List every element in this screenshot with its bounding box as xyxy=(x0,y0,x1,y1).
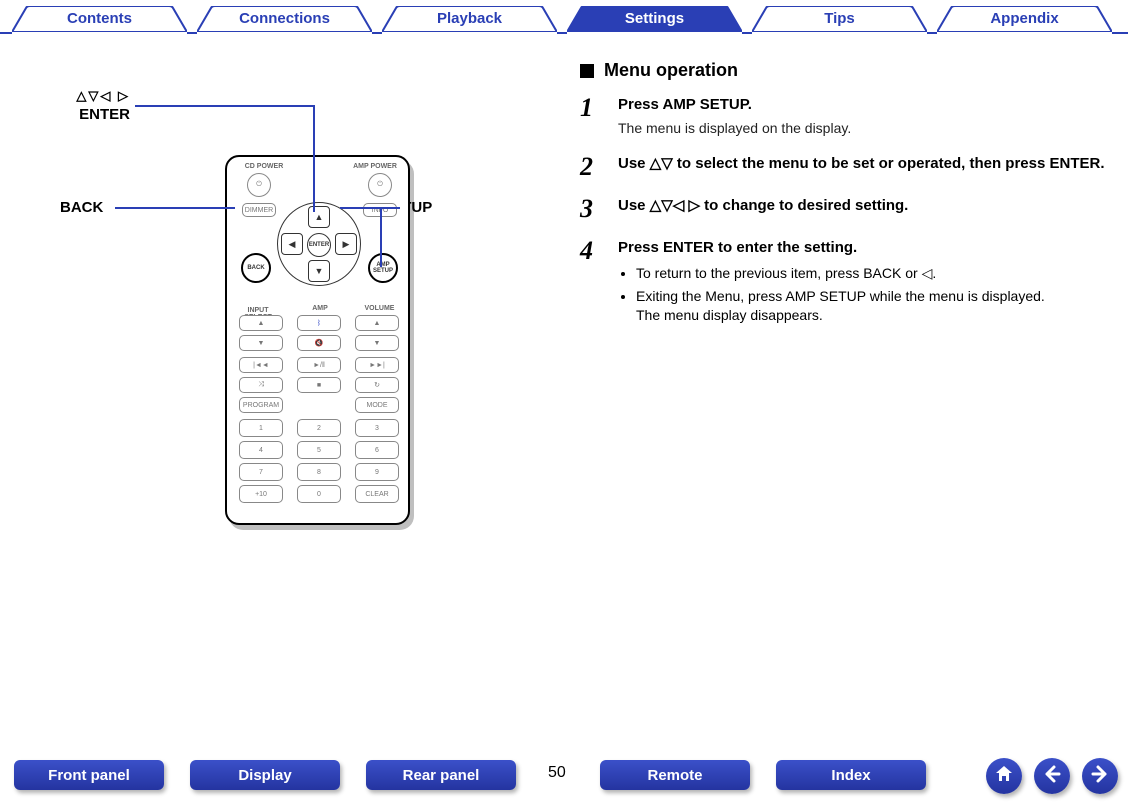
tab-settings[interactable]: Settings xyxy=(567,6,742,32)
step-3: 3 Use △▽◁ ▷ to change to desired setting… xyxy=(580,196,1110,222)
tab-label: Tips xyxy=(824,10,855,27)
prev-page-button[interactable] xyxy=(1034,758,1070,794)
tab-playback[interactable]: Playback xyxy=(382,6,557,32)
tab-appendix[interactable]: Appendix xyxy=(937,6,1112,32)
page-number: 50 xyxy=(548,764,566,782)
arrow-left-icon xyxy=(1042,764,1062,789)
remote-control-illustration: CD POWER AMP POWER ⏻ ⏻ DIMMER INFO ▲ ▼ ◀… xyxy=(225,155,410,525)
tab-label: Contents xyxy=(67,10,132,27)
callout-enter: △▽◁ ▷ ENTER xyxy=(30,87,130,125)
link-remote[interactable]: Remote xyxy=(600,760,750,790)
step-4: 4 Press ENTER to enter the setting. To r… xyxy=(580,238,1110,329)
top-tab-nav: Contents Connections Playback Settings T… xyxy=(0,6,1128,36)
step-4-bullet-1: To return to the previous item, press BA… xyxy=(636,264,1045,283)
link-display[interactable]: Display xyxy=(190,760,340,790)
link-rear-panel[interactable]: Rear panel xyxy=(366,760,516,790)
link-front-panel[interactable]: Front panel xyxy=(14,760,164,790)
link-index[interactable]: Index xyxy=(776,760,926,790)
remote-back-button: BACK xyxy=(241,253,271,283)
step-2: 2 Use △▽ to select the menu to be set or… xyxy=(580,154,1110,180)
step-4-bullet-2: Exiting the Menu, press AMP SETUP while … xyxy=(636,287,1045,325)
section-heading: Menu operation xyxy=(580,60,1110,81)
instruction-column: Menu operation 1 Press AMP SETUP. The me… xyxy=(580,60,1110,345)
arrow-right-icon xyxy=(1090,764,1110,789)
tab-contents[interactable]: Contents xyxy=(12,6,187,32)
tab-connections[interactable]: Connections xyxy=(197,6,372,32)
callout-back: BACK xyxy=(60,199,103,216)
home-icon xyxy=(994,764,1014,789)
callout-enter-arrows: △▽◁ ▷ xyxy=(76,88,130,103)
bluetooth-icon: ᛒ xyxy=(317,320,321,327)
tab-label: Connections xyxy=(239,10,330,27)
tab-label: Settings xyxy=(625,10,684,27)
bottom-nav: Front panel Display Rear panel 50 Remote… xyxy=(0,760,1128,794)
home-button[interactable] xyxy=(986,758,1022,794)
callout-enter-text: ENTER xyxy=(79,106,130,123)
remote-amp-setup-button: AMP SETUP xyxy=(368,253,398,283)
step-1: 1 Press AMP SETUP. The menu is displayed… xyxy=(580,95,1110,138)
tab-label: Appendix xyxy=(990,10,1058,27)
tab-tips[interactable]: Tips xyxy=(752,6,927,32)
tab-label: Playback xyxy=(437,10,502,27)
next-page-button[interactable] xyxy=(1082,758,1118,794)
